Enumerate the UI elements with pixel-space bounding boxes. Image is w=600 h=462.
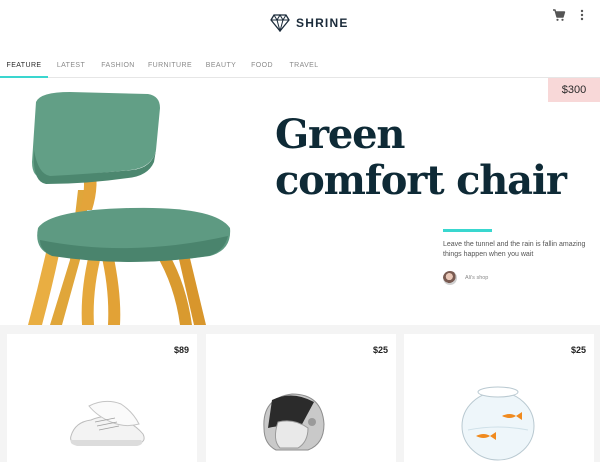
hero-title: Green comfort chair bbox=[275, 112, 595, 204]
hero-title-line-2: comfort chair bbox=[275, 157, 567, 204]
shop-name: Ali's shop bbox=[465, 275, 489, 281]
fishbowl-image bbox=[461, 386, 535, 461]
brand-name: SHRINE bbox=[296, 16, 349, 30]
tab-feature[interactable]: FEATURE bbox=[0, 58, 48, 78]
helmet-image bbox=[263, 393, 325, 451]
tab-beauty[interactable]: BEAUTY bbox=[198, 58, 244, 78]
hero-price-badge: $300 bbox=[548, 78, 600, 102]
green-chair-image bbox=[28, 92, 231, 325]
product-card-fishbowl[interactable]: $25 bbox=[404, 334, 594, 462]
tab-travel[interactable]: TRAVEL bbox=[280, 58, 328, 78]
brand[interactable]: SHRINE bbox=[270, 14, 349, 32]
tab-furniture[interactable]: FURNITURE bbox=[142, 58, 198, 78]
product-price: $89 bbox=[173, 345, 189, 355]
accent-divider bbox=[443, 229, 492, 232]
product-price: $25 bbox=[570, 345, 586, 355]
tab-latest[interactable]: LATEST bbox=[48, 58, 94, 78]
diamond-logo-icon bbox=[270, 14, 290, 32]
product-price: $25 bbox=[372, 345, 388, 355]
category-tabs: FEATURE LATEST FASHION FURNITURE BEAUTY … bbox=[0, 58, 600, 78]
sneakers-image bbox=[70, 400, 145, 446]
product-card-helmet[interactable]: $25 bbox=[206, 334, 396, 462]
tab-fashion[interactable]: FASHION bbox=[94, 58, 142, 78]
tab-food[interactable]: FOOD bbox=[244, 58, 280, 78]
hero-description: Leave the tunnel and the rain is fallin … bbox=[443, 241, 586, 258]
more-vert-icon[interactable] bbox=[577, 8, 587, 22]
hero-title-line-1: Green bbox=[275, 111, 405, 158]
app-bar: SHRINE bbox=[0, 0, 600, 58]
shop-avatar bbox=[443, 271, 457, 285]
shop-link[interactable]: Ali's shop bbox=[443, 271, 488, 285]
shopping-cart-icon[interactable] bbox=[552, 8, 566, 22]
featured-product[interactable]: $300 Green comfort chair Leave the tunne… bbox=[0, 78, 600, 325]
product-card-sneakers[interactable]: $89 bbox=[7, 334, 197, 462]
